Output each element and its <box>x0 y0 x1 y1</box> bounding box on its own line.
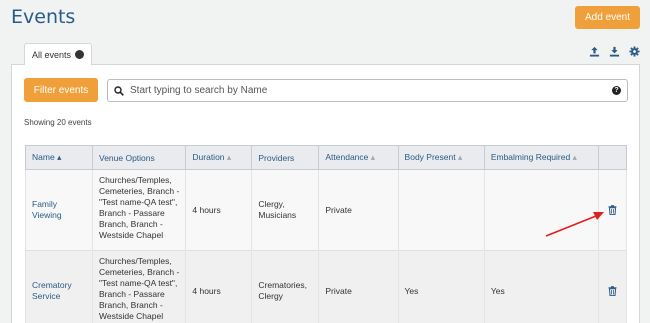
duration-cell: 4 hours <box>185 250 253 323</box>
column-header-providers: Providers <box>251 145 320 170</box>
column-header-name[interactable]: Name ▴ <box>25 145 93 170</box>
globe-icon <box>75 50 85 59</box>
download-icon[interactable] <box>609 46 620 57</box>
table-header-row: Name ▴ Venue Options Duration ▴ Provider… <box>25 145 628 170</box>
venue-cell: Churches/Temples, Cemeteries, Branch - "… <box>91 169 187 251</box>
table-row: Crematory Service Churches/Temples, Ceme… <box>25 250 628 323</box>
page-title: Events <box>11 6 76 28</box>
gear-icon[interactable] <box>629 46 640 57</box>
search-icon <box>114 85 124 96</box>
column-header-venue-options: Venue Options <box>91 145 187 170</box>
upload-icon[interactable] <box>589 46 600 57</box>
sort-icon: ▴ <box>457 152 463 162</box>
sort-icon: ▴ <box>226 152 232 162</box>
attendance-cell: Private <box>318 169 399 251</box>
search-box[interactable]: ? <box>107 79 628 102</box>
table-row: Family Viewing Churches/Temples, Cemeter… <box>25 169 628 251</box>
add-event-button[interactable]: Add event <box>575 6 640 29</box>
body-present-cell: Yes <box>397 250 485 323</box>
results-count: Showing 20 events <box>24 118 92 127</box>
embalming-cell: Yes <box>483 250 599 323</box>
actions-cell <box>597 169 628 251</box>
column-header-body-present[interactable]: Body Present ▴ <box>397 145 485 170</box>
trash-icon[interactable] <box>608 286 617 297</box>
sort-icon: ▴ <box>370 152 376 162</box>
toolbar-icons <box>589 46 640 57</box>
column-header-actions <box>597 145 628 170</box>
search-input[interactable] <box>130 85 606 96</box>
actions-cell <box>597 250 628 323</box>
providers-cell: Clergy, Musicians <box>251 169 320 251</box>
event-name-link[interactable]: Family Viewing <box>25 169 93 251</box>
column-header-attendance[interactable]: Attendance ▴ <box>318 145 399 170</box>
attendance-cell: Private <box>318 250 399 323</box>
providers-cell: Crematories, Clergy <box>251 250 320 323</box>
tab-label: All events <box>32 49 72 60</box>
sort-icon: ▴ <box>572 152 577 162</box>
body-present-cell <box>397 169 485 251</box>
events-panel: Filter events ? Showing 20 events Name ▴… <box>11 64 640 323</box>
filter-events-button[interactable]: Filter events <box>24 78 98 102</box>
sort-asc-icon: ▴ <box>57 152 62 162</box>
embalming-cell <box>483 169 599 251</box>
column-header-embalming-required[interactable]: Embalming Required ▴ <box>483 145 599 170</box>
event-name-link[interactable]: Crematory Service <box>25 250 93 323</box>
column-header-duration[interactable]: Duration ▴ <box>185 145 253 170</box>
duration-cell: 4 hours <box>185 169 253 251</box>
events-table: Name ▴ Venue Options Duration ▴ Provider… <box>25 145 628 323</box>
venue-cell: Churches/Temples, Cemeteries, Branch - "… <box>91 250 187 323</box>
trash-icon[interactable] <box>608 205 617 215</box>
help-icon[interactable]: ? <box>612 86 621 95</box>
tab-all-events[interactable]: All events <box>24 43 93 65</box>
